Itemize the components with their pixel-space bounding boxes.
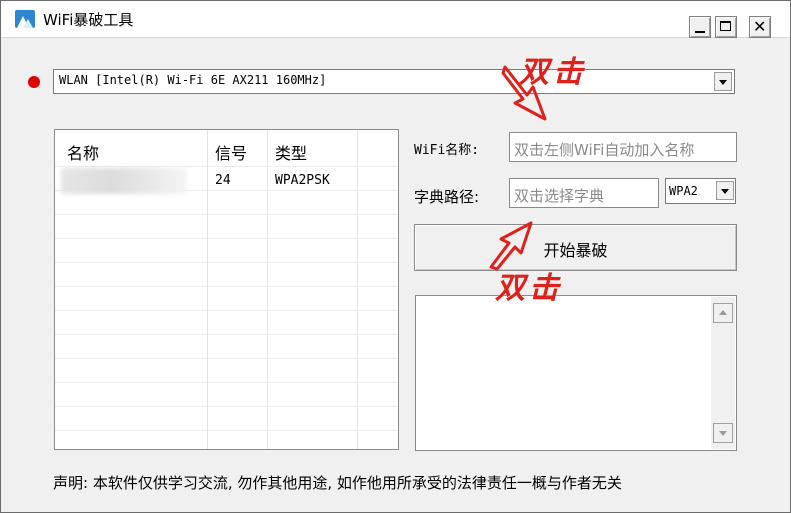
column-divider [357, 130, 358, 449]
app-mountain-icon [15, 10, 35, 28]
start-crack-button[interactable]: 开始暴破 [414, 224, 737, 271]
annotation-arrow-down-icon [501, 65, 547, 121]
scroll-down-button[interactable] [713, 423, 733, 443]
adapter-select[interactable]: WLAN [Intel(R) Wi-Fi 6E AX211 160MHz] [53, 69, 735, 94]
app-window: WiFi暴破工具 ✕ WLAN [Intel(R) Wi-Fi 6E AX211… [0, 0, 791, 513]
column-header-name[interactable]: 名称 [67, 140, 99, 164]
blurred-ssid [61, 168, 187, 194]
dict-path-placeholder: 双击选择字典 [514, 187, 605, 205]
wifi-name-placeholder: 双击左侧WiFi自动加入名称 [514, 141, 695, 159]
minimize-button[interactable] [689, 16, 711, 38]
scroll-up-button[interactable] [713, 303, 733, 323]
column-header-type[interactable]: 类型 [275, 140, 307, 164]
close-button[interactable]: ✕ [749, 16, 771, 38]
disclaimer-text: 声明: 本软件仅供学习交流, 勿作其他用途, 如作他用所承受的法律责任一概与作者… [53, 474, 622, 492]
chevron-down-icon [719, 80, 727, 85]
arrow-down-icon [719, 431, 727, 436]
adapter-status-dot [28, 76, 40, 88]
chevron-down-icon [721, 189, 729, 194]
adapter-dropdown-button[interactable] [714, 72, 732, 91]
row-signal: 24 [215, 173, 231, 188]
column-header-signal[interactable]: 信号 [215, 140, 247, 164]
log-scrollbar[interactable] [711, 297, 735, 449]
auth-type-dropdown-button[interactable] [716, 181, 734, 200]
row-type: WPA2PSK [275, 173, 330, 188]
column-divider [267, 130, 268, 449]
maximize-button[interactable] [715, 16, 737, 38]
log-textarea[interactable] [415, 295, 737, 451]
arrow-up-icon [719, 310, 727, 315]
network-list[interactable]: 名称 信号 类型 24 WPA2PSK [54, 129, 399, 450]
wifi-name-input[interactable]: 双击左侧WiFi自动加入名称 [509, 132, 737, 162]
window-title: WiFi暴破工具 [43, 11, 134, 29]
auth-type-select[interactable]: WPA2 [665, 178, 736, 204]
auth-type-value: WPA2 [669, 184, 698, 198]
column-divider [207, 130, 208, 449]
adapter-select-value: WLAN [Intel(R) Wi-Fi 6E AX211 160MHz] [59, 73, 327, 87]
annotation-double-click-bottom: 双击 [495, 271, 563, 306]
title-bar[interactable]: WiFi暴破工具 ✕ [1, 1, 790, 38]
minimize-icon [695, 31, 705, 33]
wifi-name-label: WiFi名称: [414, 143, 480, 158]
dict-path-label: 字典路径: [414, 188, 480, 206]
close-icon: ✕ [753, 17, 767, 36]
maximize-icon [720, 21, 731, 31]
dict-path-input[interactable]: 双击选择字典 [509, 178, 659, 208]
start-crack-label: 开始暴破 [543, 241, 608, 260]
